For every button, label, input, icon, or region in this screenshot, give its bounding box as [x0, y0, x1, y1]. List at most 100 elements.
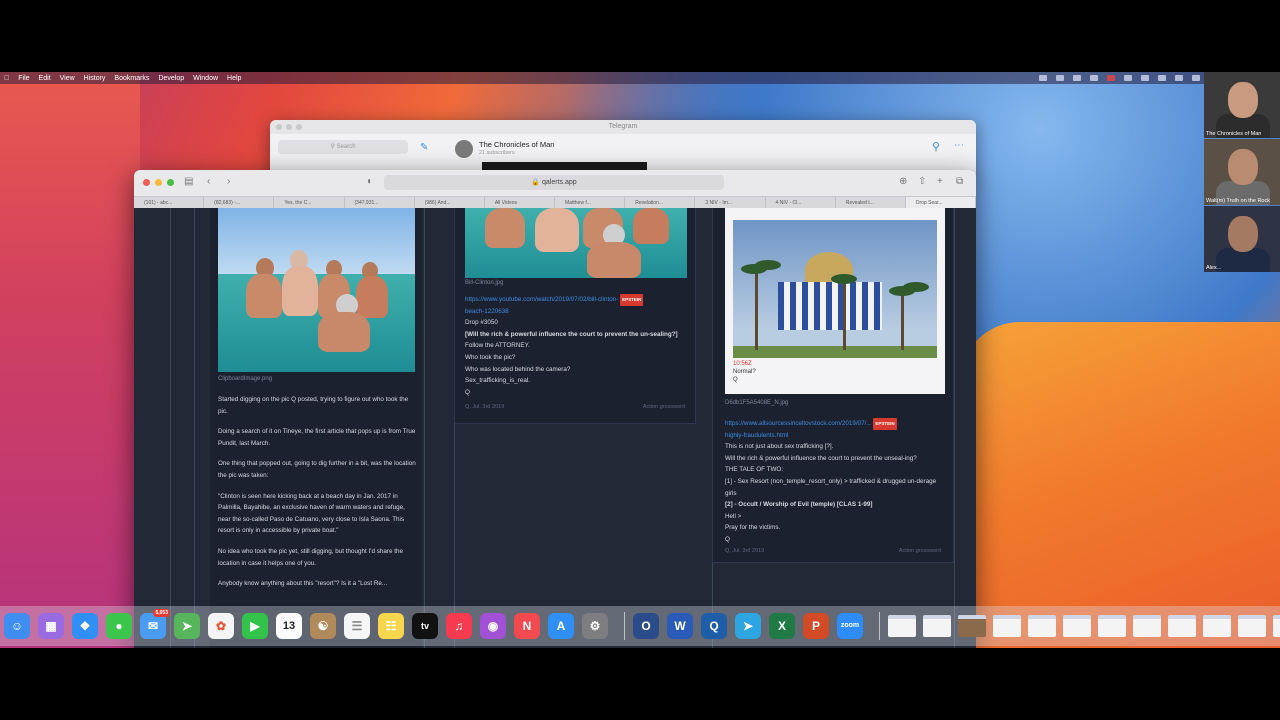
- image-filename[interactable]: Bill-Clinton.jpg: [465, 280, 503, 286]
- share-icon[interactable]: ⇧: [918, 176, 926, 187]
- forward-icon[interactable]: ›: [227, 176, 230, 187]
- new-tab-icon[interactable]: +: [937, 176, 943, 187]
- shield-icon[interactable]: ◐: [367, 176, 373, 187]
- control-center-icon[interactable]: [1192, 75, 1200, 81]
- tab[interactable]: (82,683) -...: [204, 197, 275, 208]
- app-store-icon[interactable]: A: [548, 613, 574, 639]
- recent-document-thumbnail[interactable]: [1273, 615, 1280, 637]
- tab[interactable]: 4 NIV - Cl...: [766, 197, 836, 208]
- source-link-continued[interactable]: beach-1220638: [465, 306, 691, 318]
- menu-edit[interactable]: Edit: [39, 75, 51, 82]
- compose-icon[interactable]: ✎: [420, 142, 428, 153]
- source-link[interactable]: https://www.allsourcessinceltovstock.com…: [725, 420, 872, 427]
- excel-icon[interactable]: X: [769, 613, 795, 639]
- menu-view[interactable]: View: [60, 75, 75, 82]
- battery-icon[interactable]: [1158, 75, 1166, 81]
- recent-document-thumbnail[interactable]: [1203, 615, 1231, 637]
- tray-icon[interactable]: [1090, 75, 1098, 81]
- address-bar[interactable]: 🔒 qalerts.app: [384, 175, 724, 190]
- download-icon[interactable]: ⊕: [899, 176, 907, 187]
- channel-title[interactable]: The Chronicles of Man: [479, 140, 554, 149]
- powerpoint-icon[interactable]: P: [803, 613, 829, 639]
- recent-document-thumbnail[interactable]: [923, 615, 951, 637]
- tab[interactable]: Matthew f...: [555, 197, 626, 208]
- temple-photo[interactable]: [733, 220, 937, 358]
- menu-file[interactable]: File: [18, 75, 29, 82]
- webcam-tile[interactable]: The Chronicles of Man: [1204, 72, 1280, 138]
- source-link[interactable]: https://www.youtube.com/watch/2019/07/02…: [465, 296, 618, 303]
- telegram-icon[interactable]: ➤: [735, 613, 761, 639]
- beach-photo-cropped[interactable]: [465, 208, 687, 278]
- tray-icon[interactable]: [1039, 75, 1047, 81]
- menu-window[interactable]: Window: [193, 75, 218, 82]
- launchpad-icon[interactable]: ▦: [38, 613, 64, 639]
- finder-icon[interactable]: ☺: [4, 613, 30, 639]
- tab[interactable]: Revealed t...: [836, 197, 906, 208]
- image-filename[interactable]: ClipboardImage.png: [218, 376, 272, 382]
- calendar-icon[interactable]: 13: [276, 613, 302, 639]
- music-icon[interactable]: ♫: [446, 613, 472, 639]
- minimize-icon[interactable]: [155, 179, 162, 186]
- tray-icon[interactable]: [1124, 75, 1132, 81]
- image-filename[interactable]: D6db1F5A5408E_N.jpg: [725, 400, 788, 406]
- more-icon[interactable]: ⋯: [954, 140, 964, 151]
- post-action[interactable]: Action grossword: [643, 404, 685, 410]
- fullscreen-icon[interactable]: [167, 179, 174, 186]
- webcam-tile[interactable]: Alex...: [1204, 206, 1280, 272]
- recent-document-thumbnail[interactable]: [1168, 615, 1196, 637]
- tray-icon[interactable]: [1073, 75, 1081, 81]
- podcasts-icon[interactable]: ◉: [480, 613, 506, 639]
- recent-document-thumbnail[interactable]: [1028, 615, 1056, 637]
- apple-menu-icon[interactable]: : [4, 75, 9, 82]
- reminders-icon[interactable]: ☰: [344, 613, 370, 639]
- window-controls[interactable]: [276, 124, 302, 130]
- quicktime-icon[interactable]: Q: [701, 613, 727, 639]
- menu-history[interactable]: History: [84, 75, 106, 82]
- channel-avatar[interactable]: [455, 140, 473, 158]
- notes-icon[interactable]: ☷: [378, 613, 404, 639]
- tab-active[interactable]: Drop Sear...: [905, 197, 976, 208]
- mail-icon[interactable]: ✉ 5,053: [140, 609, 170, 639]
- tab-overview-icon[interactable]: ⧉: [956, 176, 963, 187]
- recent-document-thumbnail[interactable]: [1238, 615, 1266, 637]
- telegram-search-input[interactable]: ⚲ Search: [278, 140, 408, 154]
- tag-badge[interactable]: EPSTEIN: [873, 418, 897, 430]
- tray-icon[interactable]: [1056, 75, 1064, 81]
- recent-document-thumbnail[interactable]: [993, 615, 1021, 637]
- recent-document-thumbnail[interactable]: [1133, 615, 1161, 637]
- embedded-post-card[interactable]: 10:56Z Normal? Q: [725, 208, 945, 394]
- post-action[interactable]: Action grossword: [899, 548, 941, 554]
- tab[interactable]: Revelation...: [625, 197, 696, 208]
- tv-icon[interactable]: tv: [412, 613, 438, 639]
- search-icon[interactable]: [1175, 75, 1183, 81]
- outlook-icon[interactable]: O: [633, 613, 659, 639]
- zoom-icon[interactable]: zoom: [837, 613, 863, 639]
- beach-photo[interactable]: [218, 208, 415, 372]
- tab[interactable]: Yes, the C...: [274, 197, 345, 208]
- tab[interactable]: (101) - abc...: [134, 197, 205, 208]
- close-icon[interactable]: [143, 179, 150, 186]
- system-preferences-icon[interactable]: ⚙: [582, 613, 608, 639]
- maps-icon[interactable]: ➤: [174, 613, 200, 639]
- record-icon[interactable]: [1107, 75, 1115, 81]
- source-link-continued[interactable]: highly-fraudulents.html: [725, 430, 947, 442]
- tab[interactable]: 3 NIV - Im...: [695, 197, 766, 208]
- search-icon[interactable]: ⚲: [932, 140, 940, 153]
- tab[interactable]: All Videos: [485, 197, 556, 208]
- facetime-icon[interactable]: ▶: [242, 613, 268, 639]
- contacts-icon[interactable]: ☯: [310, 613, 336, 639]
- messages-icon[interactable]: ●: [106, 613, 132, 639]
- word-icon[interactable]: W: [667, 613, 693, 639]
- back-icon[interactable]: ‹: [207, 176, 210, 187]
- recent-document-thumbnail[interactable]: [1063, 615, 1091, 637]
- wifi-icon[interactable]: [1141, 75, 1149, 81]
- recent-document-thumbnail[interactable]: [888, 615, 916, 637]
- sidebar-icon[interactable]: ▤: [184, 176, 193, 187]
- recent-document-thumbnail[interactable]: [1098, 615, 1126, 637]
- menu-bookmarks[interactable]: Bookmarks: [114, 75, 149, 82]
- tab[interactable]: (347,931...: [345, 197, 415, 208]
- photos-icon[interactable]: ✿: [208, 613, 234, 639]
- safari-icon[interactable]: ❖: [72, 613, 98, 639]
- menu-develop[interactable]: Develop: [158, 75, 184, 82]
- recent-document-thumbnail[interactable]: [958, 615, 986, 637]
